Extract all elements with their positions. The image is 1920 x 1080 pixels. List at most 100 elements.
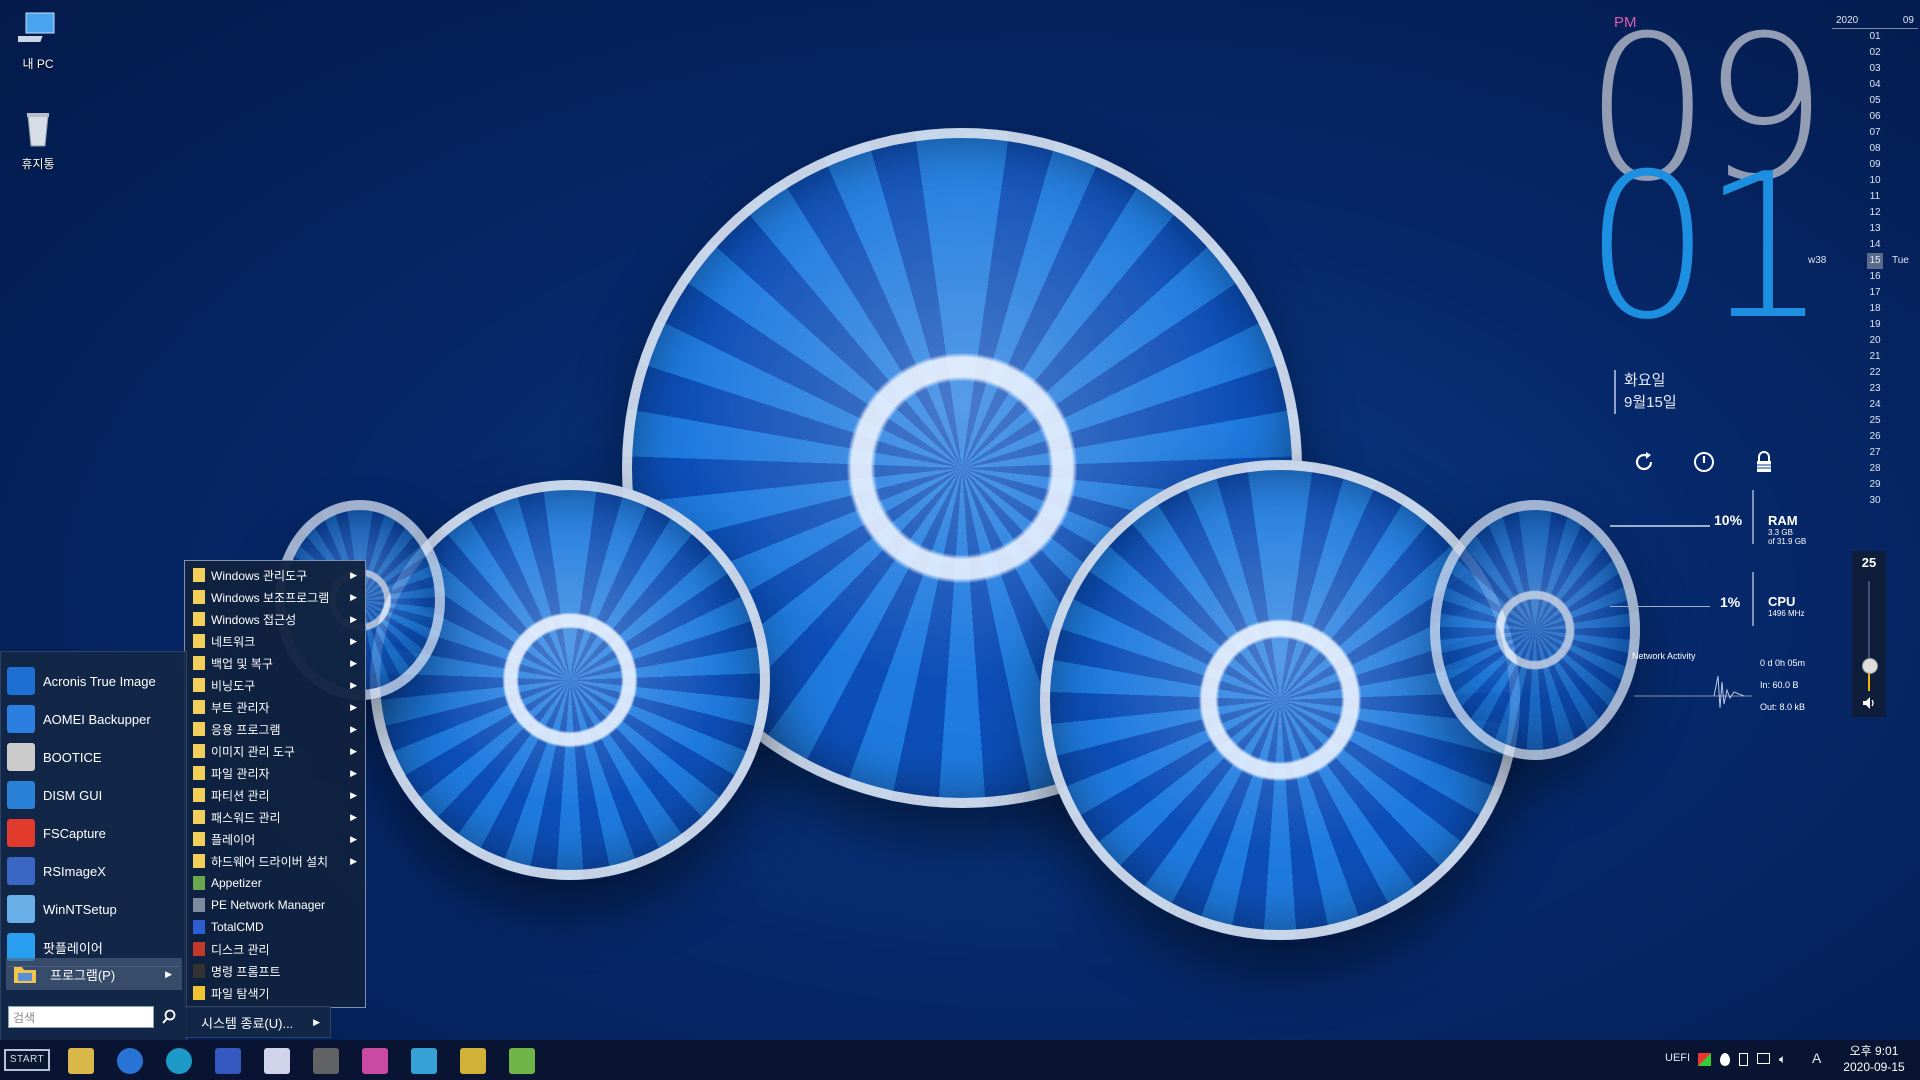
- start-menu-item[interactable]: FSCapture: [7, 816, 183, 850]
- editor-icon[interactable]: [264, 1048, 290, 1074]
- volume-icon[interactable]: 🔈︎: [1779, 1053, 1786, 1066]
- calendar-day: 12: [1832, 205, 1918, 221]
- clock-minute: 01: [1584, 131, 1828, 364]
- submenu-folder[interactable]: 하드웨어 드라이버 설치 ▶: [185, 850, 365, 872]
- submenu-app[interactable]: 디스크 관리: [185, 938, 365, 960]
- submenu-app[interactable]: PE Network Manager: [185, 894, 365, 916]
- chevron-right-icon: ▶: [350, 569, 357, 580]
- submenu-folder-label: 이미지 관리 도구: [211, 744, 295, 759]
- restart-button[interactable]: [1628, 446, 1660, 478]
- desktop-icon-my-pc[interactable]: 내 PC: [0, 10, 78, 72]
- calendar-day-number: 02: [1869, 47, 1881, 58]
- calendar-day: 07: [1832, 125, 1918, 141]
- submenu-folder[interactable]: 파일 관리자 ▶: [185, 762, 365, 784]
- submenu-folder[interactable]: 패스워드 관리 ▶: [185, 806, 365, 828]
- monitor-icon[interactable]: [411, 1048, 437, 1074]
- chevron-right-icon: ▶: [350, 679, 357, 690]
- start-menu-item[interactable]: AOMEI Backupper: [7, 702, 183, 736]
- submenu-app[interactable]: 명령 프롬프트: [185, 960, 365, 982]
- submenu-folder-label: 하드웨어 드라이버 설치: [211, 854, 329, 869]
- submenu-folder-label: 비닝도구: [211, 678, 256, 693]
- submenu-folder[interactable]: 네트워크 ▶: [185, 630, 365, 652]
- save-icon[interactable]: [215, 1048, 241, 1074]
- submenu-app[interactable]: TotalCMD: [185, 916, 365, 938]
- start-menu-item[interactable]: DISM GUI: [7, 778, 183, 812]
- start-button[interactable]: START: [4, 1049, 50, 1071]
- color-icon[interactable]: [362, 1048, 388, 1074]
- tray-uefi: UEFI: [1665, 1052, 1691, 1064]
- submenu-folder[interactable]: 부트 관리자 ▶: [185, 696, 365, 718]
- submenu-app-label: PE Network Manager: [211, 898, 326, 912]
- start-menu-item[interactable]: RSImageX: [7, 854, 183, 888]
- r-icon[interactable]: [460, 1048, 486, 1074]
- tool-icon[interactable]: [313, 1048, 339, 1074]
- network-warning-icon[interactable]: [1698, 1053, 1711, 1066]
- submenu-folder[interactable]: Windows 접근성 ▶: [185, 608, 365, 630]
- submenu-folder-label: 부트 관리자: [211, 700, 270, 715]
- chevron-right-icon: ▶: [350, 767, 357, 778]
- acronis-icon: [7, 667, 35, 695]
- shutdown-menu-button[interactable]: 시스템 종료(U)... ▶: [185, 1006, 331, 1038]
- submenu-app[interactable]: 파일 탐색기: [185, 982, 365, 1004]
- leaf-icon[interactable]: [509, 1048, 535, 1074]
- tray-clock[interactable]: 오후 9:01 2020-09-15: [1832, 1043, 1916, 1075]
- search-input[interactable]: 검색: [8, 1006, 154, 1028]
- edge-icon[interactable]: [166, 1048, 192, 1074]
- ram-monitor: 10%: [1714, 512, 1742, 528]
- submenu-folder[interactable]: 파티션 관리 ▶: [185, 784, 365, 806]
- tray-time: 오후 9:01: [1849, 1044, 1899, 1058]
- calendar-header: 2020 09: [1832, 12, 1918, 29]
- calendar-day-number: 14: [1869, 239, 1881, 250]
- wallpaper-sphere-back-right: [1430, 500, 1640, 760]
- network-uptime: 0 d 0h 05m: [1760, 658, 1806, 668]
- submenu-folder[interactable]: 플레이어 ▶: [185, 828, 365, 850]
- calendar-day-number: 03: [1869, 63, 1881, 74]
- tray-icons: 🔈︎: [1698, 1053, 1786, 1066]
- appetizer-icon: [193, 876, 205, 890]
- chevron-right-icon: ▶: [350, 833, 357, 844]
- calendar-day: 04: [1832, 77, 1918, 93]
- winntsetup-icon: [7, 895, 35, 923]
- submenu-folder[interactable]: 이미지 관리 도구 ▶: [185, 740, 365, 762]
- ime-indicator[interactable]: A: [1812, 1050, 1821, 1066]
- start-menu-item-label: DISM GUI: [43, 787, 103, 803]
- lock-button[interactable]: [1748, 446, 1780, 478]
- power-icon: [1694, 452, 1714, 472]
- internet-explorer-icon[interactable]: [117, 1048, 143, 1074]
- submenu-folder[interactable]: 응용 프로그램 ▶: [185, 718, 365, 740]
- fscapture-icon: [7, 819, 35, 847]
- folder-icon: [193, 766, 205, 780]
- calendar-day: 03: [1832, 61, 1918, 77]
- submenu-folder[interactable]: 비닝도구 ▶: [185, 674, 365, 696]
- submenu-folder-label: Windows 관리도구: [211, 568, 308, 583]
- start-menu-item[interactable]: Acronis True Image: [7, 664, 183, 698]
- submenu-folder[interactable]: Windows 관리도구 ▶: [185, 564, 365, 586]
- chevron-right-icon: ▶: [350, 657, 357, 668]
- calendar-day-number: 26: [1869, 431, 1881, 442]
- chevron-right-icon: ▶: [350, 591, 357, 602]
- calendar-day: 18: [1832, 301, 1918, 317]
- ram-history-line: [1610, 525, 1710, 527]
- file-explorer-icon[interactable]: [68, 1048, 94, 1074]
- drop-icon[interactable]: [1720, 1053, 1730, 1066]
- usb-icon[interactable]: [1739, 1053, 1748, 1066]
- search-icon[interactable]: [160, 1008, 178, 1026]
- start-menu-item[interactable]: WinNTSetup: [7, 892, 183, 926]
- shutdown-button[interactable]: [1688, 446, 1720, 478]
- submenu-folder[interactable]: 백업 및 복구 ▶: [185, 652, 365, 674]
- ram-divider: [1752, 490, 1754, 544]
- calendar-day-number: 28: [1869, 463, 1881, 474]
- programs-button[interactable]: 프로그램(P) ▶: [6, 958, 182, 990]
- display-icon[interactable]: [1757, 1053, 1770, 1064]
- submenu-folder-label: 네트워크: [211, 634, 256, 649]
- calendar-day-number: 04: [1869, 79, 1881, 90]
- chevron-right-icon: ▶: [350, 811, 357, 822]
- network-out: Out: 8.0 kB: [1760, 702, 1806, 712]
- speaker-icon[interactable]: [1861, 695, 1877, 711]
- desktop-icon-recycle-bin[interactable]: 휴지통: [0, 110, 78, 172]
- network-label: Network Activity: [1632, 651, 1696, 661]
- submenu-app[interactable]: Appetizer: [185, 872, 365, 894]
- start-menu-item[interactable]: BOOTICE: [7, 740, 183, 774]
- volume-slider-handle[interactable]: [1862, 658, 1878, 674]
- submenu-folder[interactable]: Windows 보조프로그램 ▶: [185, 586, 365, 608]
